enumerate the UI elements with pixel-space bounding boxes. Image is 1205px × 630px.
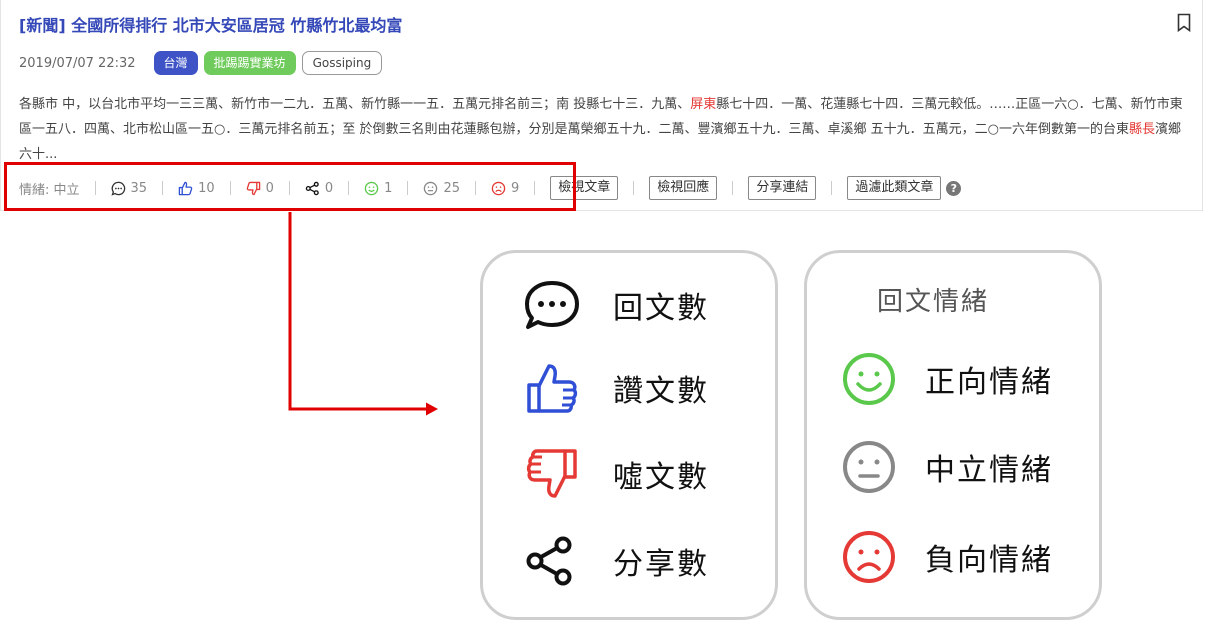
neutral-face-icon <box>843 441 895 493</box>
sentiment-legend-title: 回文情緒 <box>877 287 990 317</box>
legend-dislikes-label: 噓文數 <box>613 460 709 495</box>
thumbs-up-icon <box>527 364 578 413</box>
legend-comments: 回文數 <box>523 279 709 331</box>
legend-dislikes: 噓文數 <box>525 447 709 501</box>
share-icon <box>526 536 572 586</box>
legend-likes: 讚文數 <box>525 361 709 415</box>
engagement-legend-panel: 回文數 讚文數 噓文數 分享數 <box>480 250 778 620</box>
legend-negative-label: 負向情緒 <box>925 543 1053 578</box>
thumbs-down-icon <box>526 449 577 498</box>
comment-icon <box>525 281 579 329</box>
sentiment-legend-panel: 回文情緒 正向情緒 中立情緒 負向情緒 <box>804 250 1102 620</box>
legend-neutral: 中立情緒 <box>841 439 1053 495</box>
legend-neutral-label: 中立情緒 <box>925 453 1053 488</box>
sad-face-icon <box>843 531 895 583</box>
legend-negative: 負向情緒 <box>841 529 1053 585</box>
legend-positive: 正向情緒 <box>841 351 1053 407</box>
legend-shares-label: 分享數 <box>613 547 709 582</box>
legend-positive-label: 正向情緒 <box>925 365 1053 400</box>
smile-icon <box>843 353 895 405</box>
legend-likes-label: 讚文數 <box>613 374 709 409</box>
legend-shares: 分享數 <box>525 535 709 587</box>
legend-comments-label: 回文數 <box>613 291 709 326</box>
